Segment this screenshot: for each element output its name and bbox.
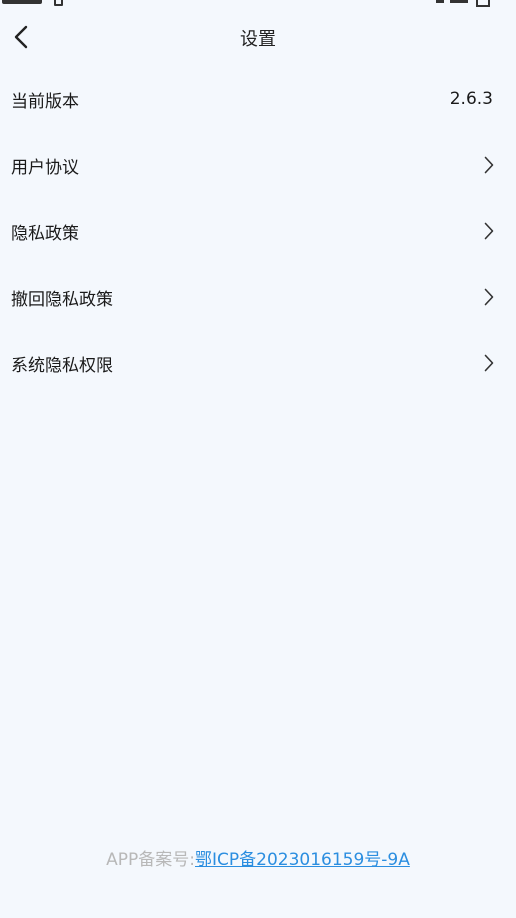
settings-item-label: 当前版本 (11, 91, 79, 112)
page-title: 设置 (240, 29, 276, 50)
settings-item-privacy-policy[interactable]: 隐私政策 (0, 198, 516, 264)
settings-item-version: 当前版本 2.6.3 (0, 66, 516, 132)
chevron-right-icon (482, 353, 496, 373)
status-bar (0, 0, 516, 8)
settings-item-label: 用户协议 (11, 157, 79, 178)
settings-item-label: 隐私政策 (11, 223, 79, 244)
status-icons (436, 0, 496, 7)
settings-item-system-permissions[interactable]: 系统隐私权限 (0, 330, 516, 396)
chevron-right-icon (482, 155, 496, 175)
settings-list: 当前版本 2.6.3 用户协议 隐私政策 撤回隐私政策 系统隐私权限 (0, 66, 516, 396)
settings-item-label: 系统隐私权限 (11, 355, 113, 376)
settings-item-withdraw-privacy[interactable]: 撤回隐私政策 (0, 264, 516, 330)
version-value: 2.6.3 (449, 89, 493, 109)
footer-icp: APP备案号:鄂ICP备2023016159号-9A (0, 845, 516, 870)
icp-link[interactable]: 鄂ICP备2023016159号-9A (195, 850, 410, 870)
chevron-right-icon (482, 287, 496, 307)
icp-label: APP备案号: (106, 850, 195, 870)
settings-item-user-agreement[interactable]: 用户协议 (0, 132, 516, 198)
nav-bar: 设置 (0, 14, 516, 60)
status-time (0, 0, 70, 6)
chevron-right-icon (482, 221, 496, 241)
settings-item-label: 撤回隐私政策 (11, 289, 113, 310)
